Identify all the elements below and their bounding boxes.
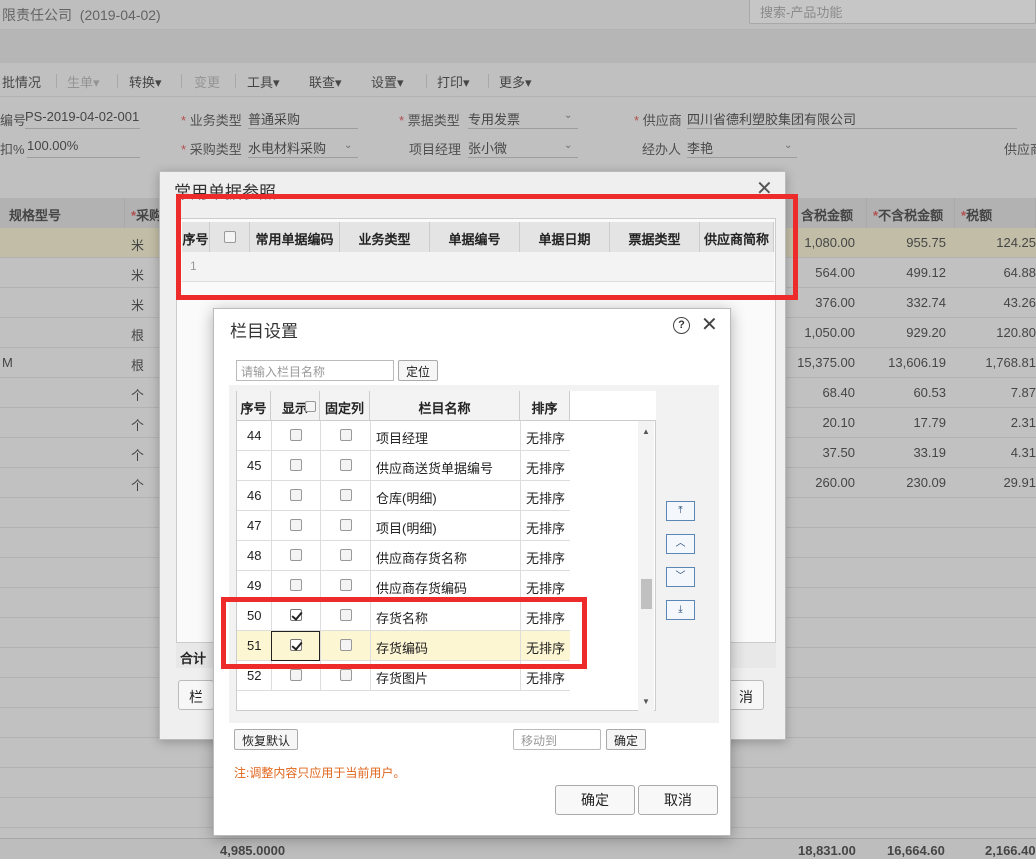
row-column-name: 项目经理	[376, 431, 429, 446]
row-seq: 50	[247, 608, 262, 623]
scrollbar-thumb[interactable]	[641, 579, 652, 609]
row-sort: 无排序	[526, 581, 566, 596]
row-sort: 无排序	[526, 551, 566, 566]
dialog-title: 常用单据参照	[174, 183, 276, 202]
fixed-checkbox[interactable]	[340, 519, 352, 531]
show-checkbox[interactable]	[290, 489, 302, 501]
row-sort: 无排序	[526, 521, 566, 536]
fixed-checkbox[interactable]	[340, 639, 352, 651]
scroll-up-icon[interactable]: ▲	[642, 427, 650, 436]
move-bottom-icon[interactable]: ⤓	[666, 600, 695, 620]
close-icon[interactable]: ✕	[756, 176, 773, 201]
scroll-down-icon[interactable]: ▼	[642, 697, 650, 706]
show-checkbox[interactable]	[290, 579, 302, 591]
fixed-checkbox[interactable]	[340, 549, 352, 561]
ref-col-doc-no[interactable]: 单据编号	[430, 222, 520, 252]
ref-left-button[interactable]: 栏	[178, 680, 214, 710]
list-item[interactable]: 47 项目(明细) 无排序	[237, 511, 570, 541]
row-seq: 51	[247, 638, 262, 653]
fixed-checkbox[interactable]	[340, 489, 352, 501]
list-item[interactable]: 48 供应商存货名称 无排序	[237, 541, 570, 571]
col-header-blank	[570, 391, 656, 421]
ref-col-check[interactable]	[210, 222, 250, 252]
row-sort: 无排序	[526, 431, 566, 446]
row-seq: 47	[247, 518, 262, 533]
row-column-name: 供应商送货单据编号	[376, 461, 494, 476]
ref-col-doc-date[interactable]: 单据日期	[520, 222, 610, 252]
fixed-checkbox[interactable]	[340, 609, 352, 621]
ref-col-biz-type[interactable]: 业务类型	[340, 222, 430, 252]
show-checkbox[interactable]	[290, 519, 302, 531]
show-checkbox[interactable]	[290, 609, 302, 621]
column-name-search-input[interactable]: 请输入栏目名称	[236, 360, 394, 381]
move-up-icon[interactable]: ︿	[666, 534, 695, 554]
move-confirm-button[interactable]: 确定	[606, 729, 647, 750]
row-column-name: 存货编码	[376, 641, 429, 656]
row-column-name: 存货名称	[376, 611, 429, 626]
row-seq: 48	[247, 548, 262, 563]
ref-col-invoice-type[interactable]: 票据类型	[610, 222, 700, 252]
fixed-checkbox[interactable]	[340, 579, 352, 591]
show-checkbox[interactable]	[290, 459, 302, 471]
row-index: 1	[190, 259, 197, 273]
move-down-icon[interactable]: ﹀	[666, 567, 695, 587]
restore-default-button[interactable]: 恢复默认	[234, 729, 299, 750]
row-sort: 无排序	[526, 611, 566, 626]
row-column-name: 仓库(明细)	[376, 491, 437, 506]
show-all-checkbox[interactable]	[305, 401, 316, 412]
list-item[interactable]: 49 供应商存货编码 无排序	[237, 571, 570, 601]
locate-button[interactable]: 定位	[398, 360, 439, 381]
row-seq: 45	[247, 458, 262, 473]
focused-cell	[271, 631, 320, 661]
row-sort: 无排序	[526, 491, 566, 506]
cancel-button[interactable]: 取消	[638, 785, 718, 815]
col-header-fixed: 固定列	[320, 391, 370, 421]
ref-col-supplier[interactable]: 供应商简称	[700, 222, 774, 252]
row-sort: 无排序	[526, 461, 566, 476]
close-icon[interactable]: ✕	[701, 312, 718, 337]
row-sort: 无排序	[526, 641, 566, 656]
row-seq: 52	[247, 668, 262, 683]
scrollbar[interactable]	[638, 421, 654, 711]
col-header-show[interactable]: 显示	[271, 391, 320, 421]
row-seq: 46	[247, 488, 262, 503]
ref-col-code[interactable]: 常用单据编码	[250, 222, 340, 252]
row-column-name: 存货图片	[376, 671, 429, 686]
row-column-name: 项目(明细)	[376, 521, 437, 536]
col-header-seq: 序号	[237, 391, 271, 421]
column-settings-dialog: 栏目设置 ? ✕ 请输入栏目名称 定位 序号 显示 固定列 栏目名称 排序 44…	[213, 308, 731, 836]
show-checkbox[interactable]	[290, 429, 302, 441]
row-column-name: 供应商存货名称	[376, 551, 468, 566]
move-top-icon[interactable]: ⤒	[666, 501, 695, 521]
move-to-input[interactable]: 移动到	[513, 729, 601, 750]
fixed-checkbox[interactable]	[340, 429, 352, 441]
row-seq: 44	[247, 428, 262, 443]
ok-button[interactable]: 确定	[555, 785, 635, 815]
help-icon[interactable]: ?	[673, 317, 690, 334]
list-item[interactable]: 46 仓库(明细) 无排序	[237, 481, 570, 511]
show-checkbox[interactable]	[290, 549, 302, 561]
list-item[interactable]: 52 存货图片 无排序	[237, 661, 570, 691]
fixed-checkbox[interactable]	[340, 669, 352, 681]
col-header-name: 栏目名称	[370, 391, 520, 421]
list-item[interactable]: 50 存货名称 无排序	[237, 601, 570, 631]
col-header-sort: 排序	[520, 391, 570, 421]
row-seq: 49	[247, 578, 262, 593]
row-column-name: 供应商存货编码	[376, 581, 468, 596]
dialog-title: 栏目设置	[230, 322, 298, 341]
select-all-checkbox[interactable]	[224, 231, 236, 243]
list-item[interactable]: 45 供应商送货单据编号 无排序	[237, 451, 570, 481]
user-scope-note: 注:调整内容只应用于当前用户。	[234, 766, 406, 780]
show-checkbox[interactable]	[290, 669, 302, 681]
fixed-checkbox[interactable]	[340, 459, 352, 471]
list-item[interactable]: 44 项目经理 无排序	[237, 421, 570, 451]
list-item[interactable]: 51 存货编码 无排序	[237, 631, 570, 661]
row-sort: 无排序	[526, 671, 566, 686]
ref-col-seq[interactable]: 序号	[182, 222, 210, 252]
table-row[interactable]: 1	[182, 252, 774, 282]
